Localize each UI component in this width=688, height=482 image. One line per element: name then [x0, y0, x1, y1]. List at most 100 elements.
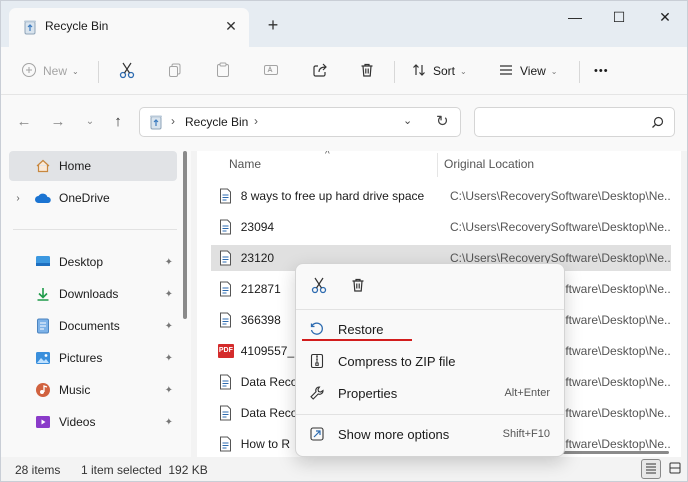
sidebar-item-music[interactable]: Music ✦: [9, 375, 177, 405]
file-name: 8 ways to free up hard drive space: [240, 189, 425, 203]
pin-icon[interactable]: ✦: [165, 321, 173, 332]
navigation-pane: Home › OneDrive Desktop ✦ Downloads ✦ Do…: [1, 151, 191, 457]
tab-close-icon[interactable]: ✕: [221, 16, 241, 36]
cut-button[interactable]: [118, 57, 136, 85]
restore-icon: [306, 321, 328, 337]
up-arrow-icon[interactable]: ↑: [107, 111, 129, 133]
column-header-name[interactable]: Name: [229, 157, 261, 171]
divider: [296, 414, 564, 415]
sort-icon: [411, 62, 427, 81]
menu-item-shortcut: Shift+F10: [502, 428, 550, 440]
view-button[interactable]: View ⌄: [498, 57, 558, 85]
wrench-icon: [306, 385, 328, 401]
pin-icon[interactable]: ✦: [165, 417, 173, 428]
sidebar-item-label: Desktop: [59, 255, 104, 269]
sidebar-item-videos[interactable]: Videos ✦: [9, 407, 177, 437]
paste-button[interactable]: [215, 57, 231, 85]
refresh-icon[interactable]: ↻: [436, 112, 449, 130]
document-icon: [216, 188, 236, 204]
pictures-icon: [33, 351, 53, 365]
address-bar[interactable]: › Recycle Bin › ⌄ ↻: [139, 107, 461, 137]
breadcrumb-separator[interactable]: ›: [254, 114, 258, 128]
menu-item-label: Show more options: [338, 426, 450, 442]
item-count: 28 items: [15, 463, 61, 477]
sidebar-item-label: Videos: [59, 415, 96, 429]
chevron-down-icon: ⌄: [460, 66, 467, 76]
table-row[interactable]: 8 ways to free up hard drive space C:\Use…: [211, 183, 671, 209]
new-button[interactable]: New ⌄: [21, 57, 79, 85]
compress-zip-menu-item[interactable]: Compress to ZIP file: [302, 346, 558, 376]
sort-label: Sort: [433, 64, 456, 78]
chevron-down-icon: ⌄: [72, 66, 79, 76]
sidebar-item-downloads[interactable]: Downloads ✦: [9, 279, 177, 309]
sidebar-item-label: Pictures: [59, 351, 103, 365]
pin-icon[interactable]: ✦: [165, 289, 173, 300]
context-menu-quick-actions: [296, 264, 566, 308]
show-more-options-menu-item[interactable]: Show more options Shift+F10: [302, 419, 558, 449]
tiles-view-button[interactable]: [665, 459, 685, 479]
divider: [13, 229, 177, 230]
recent-locations-chevron-icon[interactable]: ⌄: [79, 111, 101, 133]
chevron-right-icon[interactable]: ›: [9, 193, 27, 204]
document-icon: [216, 219, 236, 235]
paste-icon: [215, 62, 231, 81]
sidebar-item-label: Documents: [59, 319, 120, 333]
share-button[interactable]: [312, 57, 328, 85]
maximize-button[interactable]: ☐: [599, 5, 639, 29]
sidebar-item-onedrive[interactable]: › OneDrive: [9, 183, 177, 213]
sidebar-item-desktop[interactable]: Desktop ✦: [9, 247, 177, 277]
pdf-badge: PDF: [217, 344, 234, 358]
document-icon: [216, 436, 236, 452]
table-row[interactable]: 23094 C:\Users\RecoverySoftware\Desktop\N…: [211, 214, 671, 240]
breadcrumb[interactable]: Recycle Bin: [185, 115, 248, 129]
title-bar: Recycle Bin ✕ + — ☐ ✕: [1, 1, 687, 47]
sidebar-item-label: OneDrive: [59, 191, 110, 205]
navigation-scrollbar[interactable]: [183, 151, 187, 319]
divider: [296, 309, 564, 310]
column-divider[interactable]: [437, 153, 438, 177]
address-dropdown-icon[interactable]: ⌄: [403, 114, 412, 127]
menu-item-shortcut: Alt+Enter: [504, 387, 550, 399]
document-icon: [216, 374, 236, 390]
sidebar-item-pictures[interactable]: Pictures ✦: [9, 343, 177, 373]
pin-icon[interactable]: ✦: [165, 257, 173, 268]
back-arrow-icon[interactable]: ←: [13, 111, 35, 133]
sidebar-item-label: Music: [59, 383, 91, 397]
view-icon: [498, 62, 514, 81]
downloads-icon: [33, 286, 53, 302]
delete-button[interactable]: [359, 57, 375, 85]
more-options-button[interactable]: •••: [594, 57, 609, 85]
details-view-button[interactable]: [641, 459, 661, 479]
trash-icon: [350, 277, 366, 296]
forward-arrow-icon[interactable]: →: [47, 111, 69, 133]
new-label: New: [43, 64, 68, 78]
file-name: 23094: [240, 220, 275, 234]
column-header-row: ^ Name Original Location: [197, 151, 681, 179]
home-icon: [33, 158, 53, 174]
divider: [98, 61, 99, 83]
tab-recycle-bin[interactable]: Recycle Bin ✕: [9, 8, 249, 47]
sort-button[interactable]: Sort ⌄: [411, 57, 467, 85]
share-icon: [312, 62, 328, 81]
new-tab-button[interactable]: +: [263, 15, 283, 35]
pin-icon[interactable]: ✦: [165, 353, 173, 364]
close-button[interactable]: ✕: [645, 5, 685, 29]
search-input[interactable]: [474, 107, 675, 137]
minimize-button[interactable]: —: [555, 5, 595, 29]
copy-button[interactable]: [167, 57, 183, 85]
selection-status: 1 item selected 192 KB: [81, 463, 208, 477]
sidebar-item-home[interactable]: Home: [9, 151, 177, 181]
pin-icon[interactable]: ✦: [165, 385, 173, 396]
context-delete-button[interactable]: [346, 274, 370, 298]
file-original-location: C:\Users\RecoverySoftware\Desktop\Ne...: [449, 189, 671, 203]
properties-menu-item[interactable]: Properties Alt+Enter: [302, 378, 558, 408]
scissors-icon: [118, 61, 136, 82]
rename-button[interactable]: [263, 57, 279, 85]
scissors-icon: [310, 276, 328, 297]
context-cut-button[interactable]: [307, 274, 331, 298]
column-header-original-location[interactable]: Original Location: [444, 157, 534, 171]
rename-icon: [263, 62, 279, 81]
chevron-down-icon: ⌄: [550, 66, 558, 76]
divider: [394, 61, 395, 83]
sidebar-item-documents[interactable]: Documents ✦: [9, 311, 177, 341]
